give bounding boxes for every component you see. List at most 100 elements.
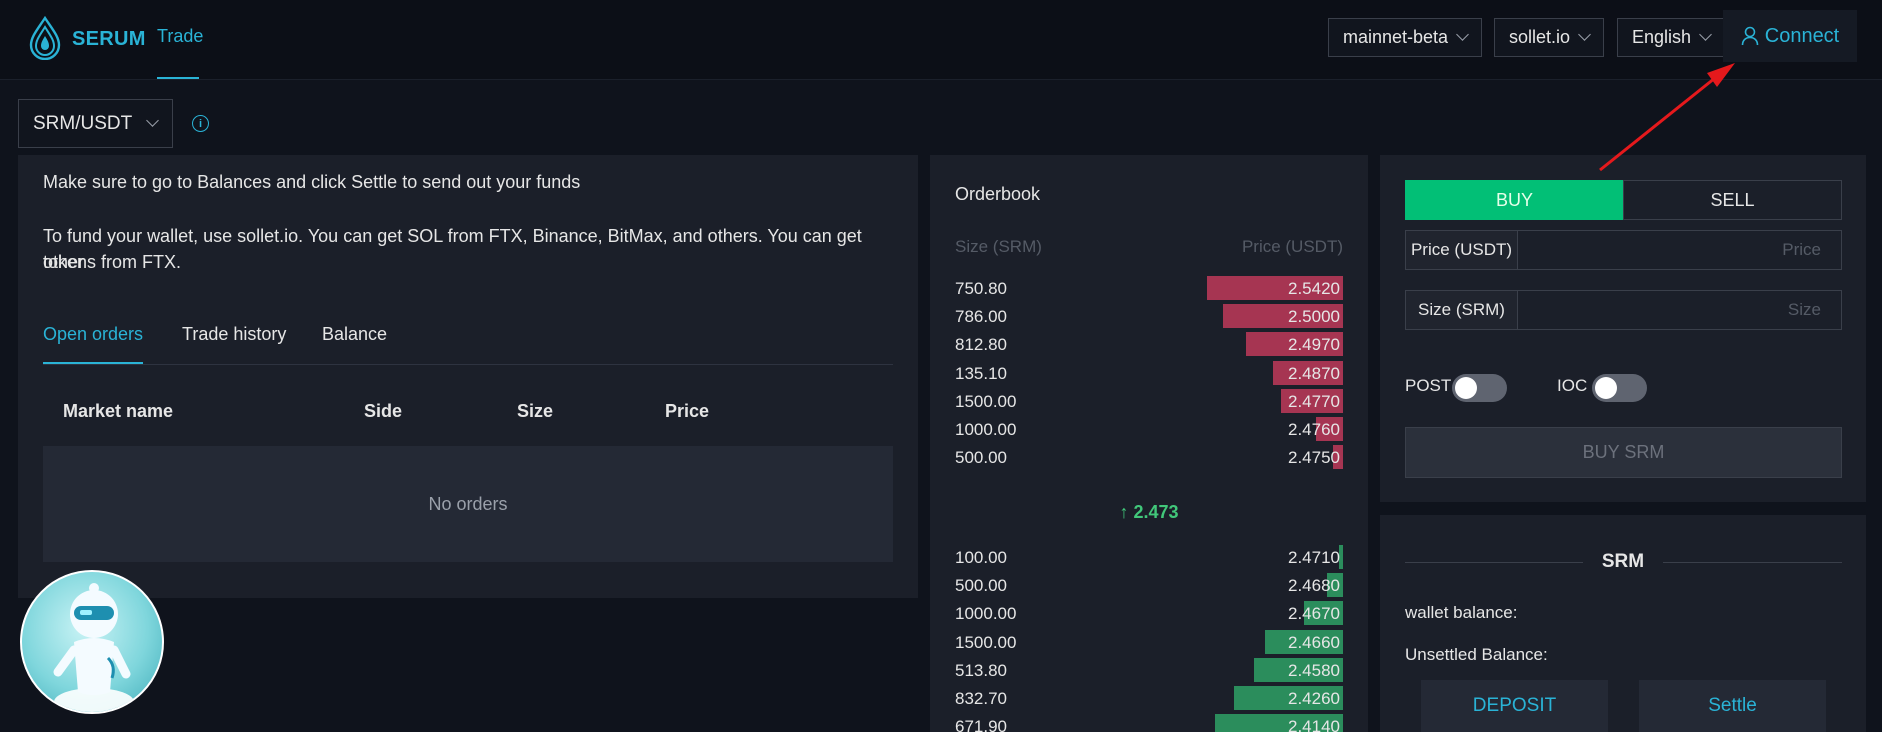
connect-wallet-button[interactable]: Connect	[1723, 10, 1857, 62]
bid-row[interactable]: 671.90 2.4140	[930, 714, 1368, 732]
ask-price: 2.4870	[1288, 363, 1340, 383]
ask-row[interactable]: 812.80 2.4970	[930, 332, 1368, 357]
ask-row[interactable]: 786.00 2.5000	[930, 304, 1368, 329]
language-select[interactable]: English	[1617, 18, 1726, 57]
last-price-value: 2.473	[1133, 502, 1179, 522]
price-field: Price (USDT)	[1405, 230, 1842, 270]
unsettled-balance-label: Unsettled Balance:	[1405, 645, 1548, 664]
bid-price: 2.4260	[1288, 689, 1340, 708]
ask-row[interactable]: 135.10 2.4870	[930, 360, 1368, 385]
size-field-label: Size (SRM)	[1406, 291, 1518, 329]
ask-size: 135.10	[955, 363, 1007, 383]
ask-size: 786.00	[955, 307, 1007, 327]
column-market-name: Market name	[63, 401, 174, 421]
bid-row[interactable]: 1000.00 2.4670	[930, 601, 1368, 626]
orderbook-size-header: Size (SRM)	[955, 237, 1042, 256]
toggle-knob	[1595, 377, 1617, 399]
bid-row[interactable]: 100.00 2.4710	[930, 545, 1368, 569]
last-price: ↑ 2.473	[930, 502, 1368, 523]
bid-row[interactable]: 832.70 2.4260	[930, 686, 1368, 710]
fund-notice-line2: tokens from FTX.	[43, 252, 182, 272]
submit-order-button[interactable]: BUY SRM	[1405, 427, 1842, 478]
bid-price: 2.4580	[1288, 660, 1340, 680]
wallet-provider-select[interactable]: sollet.io	[1494, 18, 1605, 57]
settle-button[interactable]: Settle	[1639, 680, 1826, 732]
nav-trade-link[interactable]: Trade	[157, 26, 203, 47]
orders-empty-state: No orders	[43, 446, 893, 562]
annotation-arrow-icon	[1599, 63, 1735, 172]
network-select[interactable]: mainnet-beta	[1328, 18, 1483, 57]
size-input[interactable]	[1518, 291, 1841, 329]
arrow-up-icon: ↑	[1119, 502, 1129, 522]
wallet-balance-label: wallet balance:	[1405, 603, 1518, 622]
nav-active-indicator	[157, 77, 199, 79]
bid-price: 2.4670	[1288, 604, 1340, 624]
tab-trade-history[interactable]: Trade history	[182, 324, 286, 345]
ask-price: 2.5420	[1288, 279, 1340, 298]
orderbook-panel: Orderbook Size (SRM) Price (USDT) 750.80…	[930, 155, 1368, 732]
language-select-value: English	[1632, 27, 1692, 47]
market-info-icon[interactable]: i	[192, 115, 209, 132]
user-icon	[1741, 26, 1759, 46]
bid-size: 500.00	[955, 576, 1007, 596]
ask-size: 1500.00	[955, 391, 1017, 411]
market-select[interactable]: SRM/USDT	[18, 99, 173, 148]
network-select-value: mainnet-beta	[1343, 27, 1449, 47]
trade-form-panel: BUY SELL Price (USDT) Size (SRM) POST IO…	[1380, 155, 1866, 502]
serum-logo-icon	[29, 16, 61, 60]
ioc-toggle[interactable]	[1592, 374, 1647, 402]
column-price: Price	[665, 401, 710, 421]
toggle-knob	[1455, 377, 1477, 399]
bid-size: 100.00	[955, 548, 1007, 567]
bid-size: 1500.00	[955, 632, 1017, 652]
column-size: Size	[517, 401, 554, 421]
bid-price: 2.4660	[1288, 632, 1340, 652]
ask-size: 500.00	[955, 448, 1007, 468]
brand-name: SERUM	[72, 28, 146, 50]
ask-row[interactable]: 1500.00 2.4770	[930, 388, 1368, 413]
bid-size: 513.80	[955, 660, 1007, 680]
price-input[interactable]	[1518, 231, 1841, 269]
chevron-down-icon	[1578, 28, 1591, 41]
ask-row[interactable]: 1000.00 2.4760	[930, 417, 1368, 441]
settle-notice: Make sure to go to Balances and click Se…	[43, 172, 581, 192]
bid-row[interactable]: 513.80 2.4580	[930, 657, 1368, 682]
bid-row[interactable]: 1500.00 2.4660	[930, 629, 1368, 654]
buy-side-button[interactable]: BUY	[1405, 180, 1624, 220]
orders-table-header: Market name Side Size Price	[43, 381, 893, 446]
bid-row[interactable]: 500.00 2.4680	[930, 573, 1368, 598]
deposit-button[interactable]: DEPOSIT	[1421, 680, 1608, 732]
tab-open-orders[interactable]: Open orders	[43, 324, 143, 345]
bid-size: 1000.00	[955, 604, 1017, 624]
active-tab-indicator	[43, 362, 143, 364]
orderbook-title: Orderbook	[955, 184, 1041, 204]
robot-avatar	[20, 570, 164, 714]
sell-side-button[interactable]: SELL	[1623, 180, 1842, 220]
user-info-panel: Make sure to go to Balances and click Se…	[18, 155, 918, 598]
bid-price: 2.4140	[1288, 717, 1340, 732]
bid-price: 2.4710	[1288, 548, 1340, 567]
ask-row[interactable]: 500.00 2.4750	[930, 445, 1368, 470]
bid-size: 671.90	[955, 717, 1007, 732]
column-side: Side	[364, 401, 403, 421]
size-field: Size (SRM)	[1405, 290, 1842, 330]
ask-price: 2.4770	[1288, 391, 1340, 411]
ask-row[interactable]: 750.80 2.5420	[930, 276, 1368, 300]
ask-price: 2.4750	[1288, 448, 1340, 468]
ask-size: 812.80	[955, 335, 1007, 355]
bid-price: 2.4680	[1288, 576, 1340, 596]
chevron-down-icon	[1699, 28, 1712, 41]
post-only-toggle[interactable]	[1452, 374, 1507, 402]
balances-panel: SRM wallet balance: Unsettled Balance: D…	[1380, 515, 1866, 732]
orderbook-price-header: Price (USDT)	[1241, 237, 1343, 256]
chevron-down-icon	[146, 114, 160, 127]
ioc-label: IOC	[1557, 376, 1588, 395]
wallet-provider-value: sollet.io	[1509, 27, 1571, 47]
tab-balance[interactable]: Balance	[322, 324, 387, 345]
bid-size: 832.70	[955, 689, 1007, 708]
balance-coin-title: SRM	[1601, 551, 1645, 572]
market-select-value: SRM/USDT	[33, 112, 133, 134]
price-field-label: Price (USDT)	[1406, 231, 1518, 269]
ask-price: 2.4760	[1288, 420, 1340, 439]
ask-size: 750.80	[955, 279, 1007, 298]
